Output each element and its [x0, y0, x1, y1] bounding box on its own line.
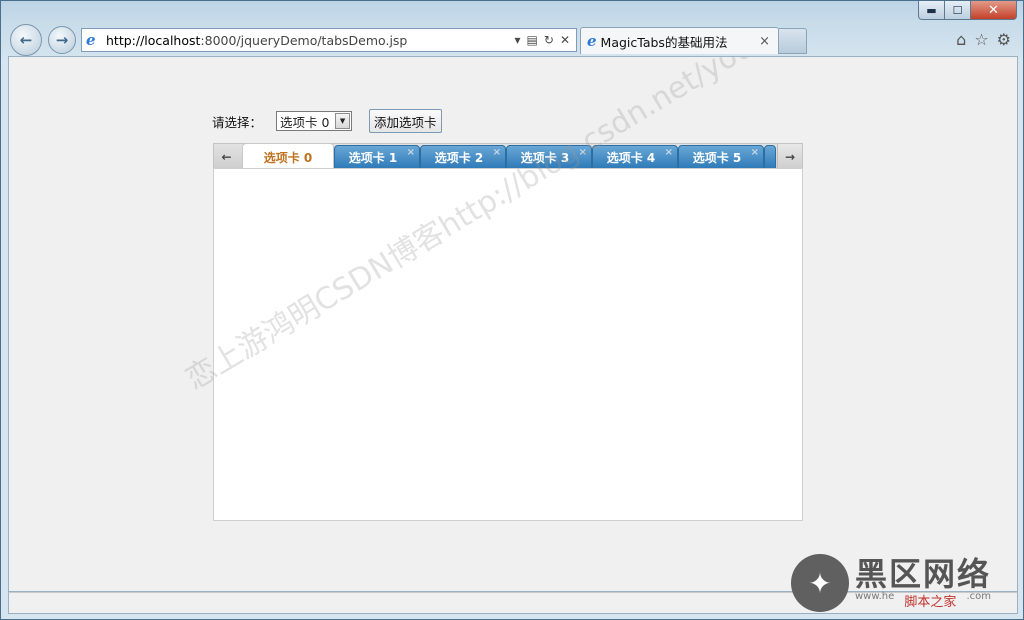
page-viewport: 请选择： 选项卡 0 ▼ 添加选项卡 ← 选项卡 0 选项卡 1 × 选项卡 2 ×…	[8, 56, 1018, 592]
tab-0[interactable]: 选项卡 0	[242, 143, 334, 170]
logo-sub-right: 脚本之家	[904, 594, 957, 610]
site-logo: ✦ 黑区网络 www.he 脚本之家 .com	[791, 551, 1021, 615]
logo-sub-tail: .com	[966, 590, 992, 602]
scroll-left-button[interactable]: ←	[214, 144, 239, 169]
logo-subtitle: www.he 脚本之家 .com	[855, 591, 991, 610]
maximize-button[interactable]: ☐	[945, 1, 971, 20]
favorites-icon[interactable]: ☆	[974, 30, 988, 49]
logo-title: 黑区网络	[855, 554, 992, 593]
back-arrow-icon: ←	[19, 31, 33, 49]
tab-label: 选项卡 2	[434, 150, 484, 165]
select-label: 请选择：	[212, 114, 263, 130]
back-button[interactable]: ←	[10, 24, 42, 56]
mushroom-logo-icon: ✦	[791, 554, 849, 612]
tab-close-icon[interactable]: ×	[493, 147, 501, 158]
tab-label: 选项卡 4	[606, 150, 656, 165]
url-host: http://localhost	[106, 32, 201, 48]
scroll-right-button[interactable]: →	[777, 144, 802, 169]
tab-ie-icon: e	[587, 32, 597, 50]
tab-controls: 请选择： 选项卡 0 ▼ 添加选项卡	[212, 109, 442, 133]
close-window-button[interactable]: ✕	[971, 1, 1017, 20]
logo-text: 黑区网络 www.he 脚本之家 .com	[855, 557, 991, 610]
add-tab-button[interactable]: 添加选项卡	[369, 109, 442, 133]
address-bar[interactable]: e http://localhost:8000/jqueryDemo/tabsD…	[81, 28, 577, 52]
dropdown-icon[interactable]: ▾	[515, 33, 521, 47]
select-arrow-icon: ▼	[335, 113, 351, 129]
browser-tools: ⌂ ☆ ⚙	[956, 30, 1011, 49]
refresh-icon[interactable]: ↻	[544, 33, 554, 47]
url-path: :8000/jqueryDemo/tabsDemo.jsp	[200, 32, 408, 48]
browser-tab-close-icon[interactable]: ×	[759, 34, 770, 49]
browser-tab[interactable]: e MagicTabs的基础用法 ×	[580, 27, 779, 54]
forward-button[interactable]: →	[48, 26, 76, 54]
forward-arrow-icon: →	[55, 31, 69, 49]
new-tab-button[interactable]	[779, 28, 807, 54]
tab-label: 选项卡 0	[263, 150, 313, 165]
tab-select[interactable]: 选项卡 0 ▼	[276, 111, 353, 131]
address-actions: ▾ ▤ ↻ ✕	[515, 33, 571, 47]
tab-close-icon[interactable]: ×	[665, 147, 673, 158]
tab-overflow[interactable]	[764, 145, 776, 169]
tab-select-value: 选项卡 0	[280, 114, 330, 130]
compatibility-icon[interactable]: ▤	[527, 33, 538, 47]
address-url: http://localhost:8000/jqueryDemo/tabsDem…	[106, 33, 515, 48]
window-controls: ▬ ☐ ✕	[918, 1, 1017, 20]
tab-2[interactable]: 选项卡 2 ×	[420, 145, 506, 169]
navigation-bar: ← → e http://localhost:8000/jqueryDemo/t…	[1, 23, 1023, 56]
tab-label: 选项卡 1	[348, 150, 398, 165]
ie-icon: e	[86, 31, 96, 49]
logo-sub-left: www.he	[855, 590, 895, 602]
stop-icon[interactable]: ✕	[560, 33, 570, 47]
settings-gear-icon[interactable]: ⚙	[997, 30, 1011, 49]
tab-5[interactable]: 选项卡 5 ×	[678, 145, 764, 169]
home-icon[interactable]: ⌂	[956, 30, 966, 49]
tab-label: 选项卡 5	[692, 150, 742, 165]
browser-tab-title: MagicTabs的基础用法	[600, 34, 728, 50]
tab-1[interactable]: 选项卡 1 ×	[334, 145, 420, 169]
browser-window: ▬ ☐ ✕ ← → e http://localhost:8000/jquery…	[0, 0, 1024, 620]
tab-close-icon[interactable]: ×	[751, 147, 759, 158]
tab-close-icon[interactable]: ×	[407, 147, 415, 158]
tab-panel	[213, 168, 803, 521]
minimize-button[interactable]: ▬	[918, 1, 945, 20]
